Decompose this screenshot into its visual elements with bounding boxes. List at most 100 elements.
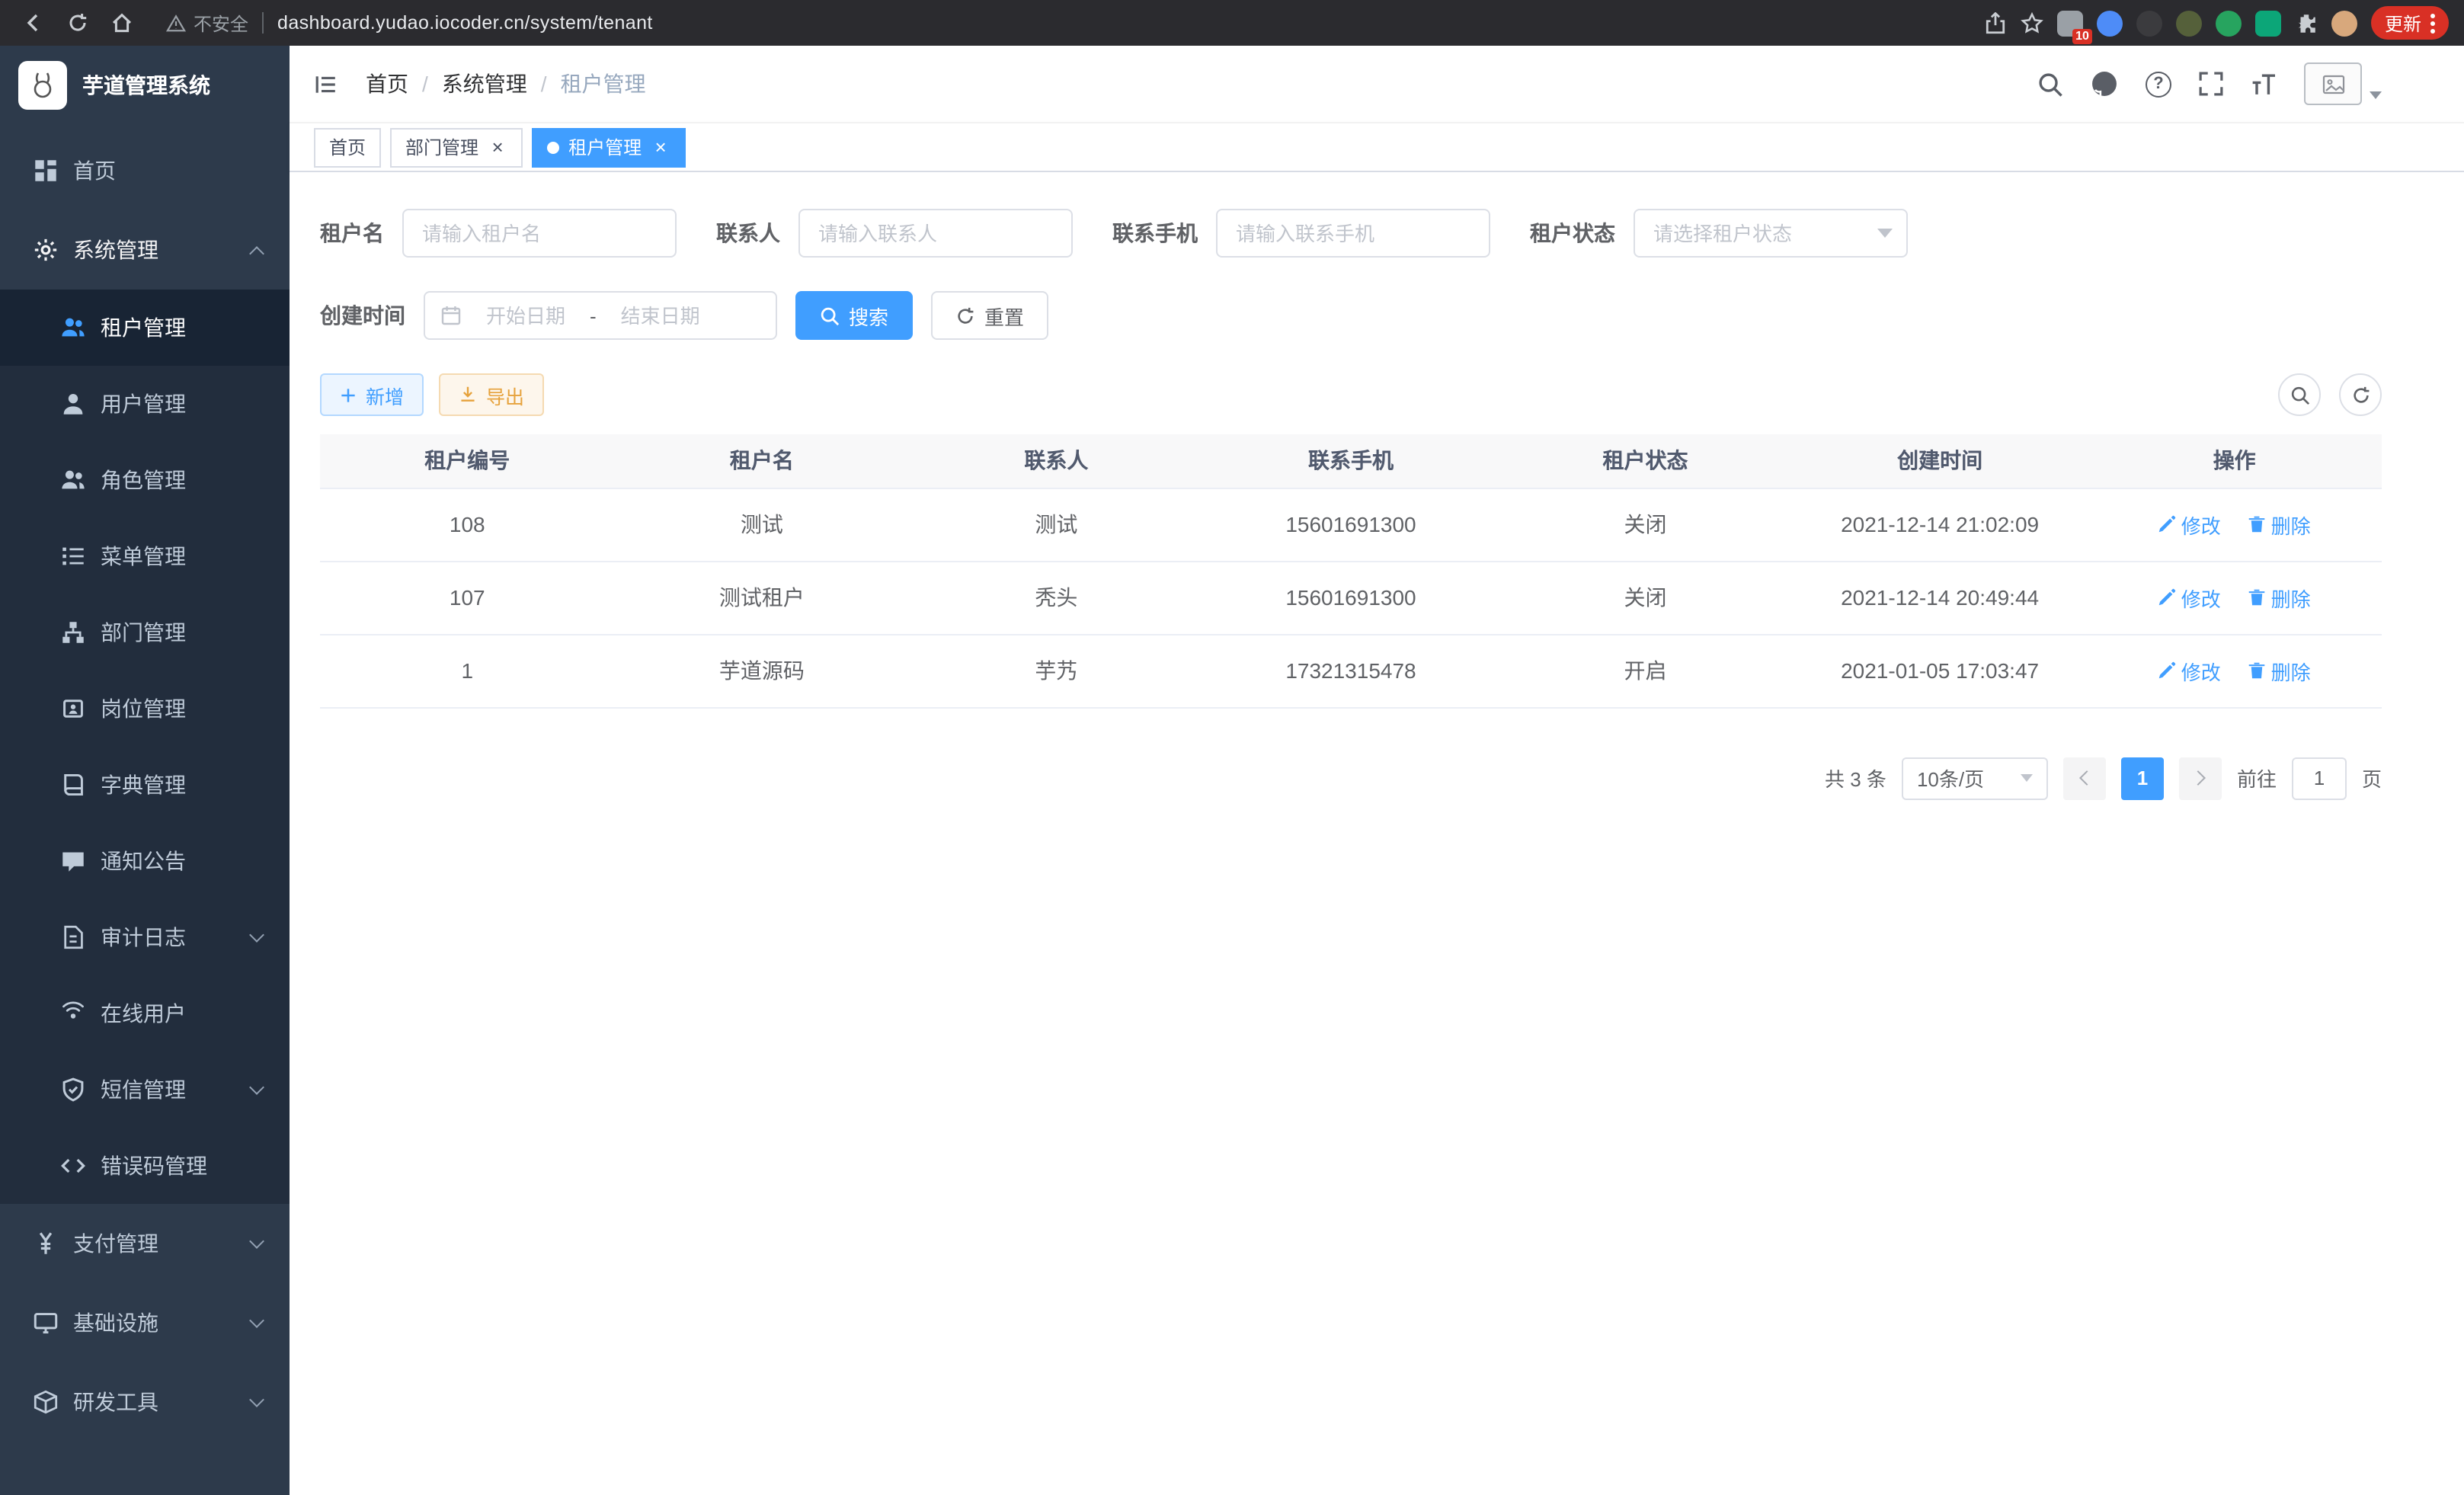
github-icon[interactable] <box>2091 70 2118 98</box>
end-date-input[interactable] <box>607 304 714 327</box>
extension-icon-6[interactable] <box>2255 10 2281 36</box>
date-range-separator: - <box>590 304 597 327</box>
image-placeholder-icon <box>2322 74 2344 94</box>
sidebar-item-user[interactable]: 用户管理 <box>0 366 290 442</box>
trash-icon <box>2248 661 2267 680</box>
share-icon[interactable] <box>1984 11 2007 34</box>
site-security-chip[interactable]: 不安全 <box>166 10 248 36</box>
delete-button[interactable]: 删除 <box>2248 510 2311 539</box>
filter-row-1: 租户名 联系人 联系手机 租户状态 <box>320 209 2382 258</box>
sidebar-item-audit-log[interactable]: 审计日志 <box>0 899 290 975</box>
sidebar-item-devtools[interactable]: 研发工具 <box>0 1362 290 1442</box>
status-select-input[interactable] <box>1634 209 1908 258</box>
sidebar-item-post[interactable]: 岗位管理 <box>0 671 290 747</box>
sidebar-item-sms[interactable]: 短信管理 <box>0 1052 290 1128</box>
close-icon[interactable]: × <box>651 137 670 157</box>
bookmark-star-icon[interactable] <box>2021 11 2043 34</box>
reset-button[interactable]: 重置 <box>931 291 1048 340</box>
extension-badge: 10 <box>2072 28 2092 43</box>
refresh-table-button[interactable] <box>2339 373 2382 416</box>
browser-home-button[interactable] <box>104 5 140 41</box>
col-tenant-name: 租户名 <box>615 434 910 488</box>
browser-back-button[interactable] <box>15 5 52 41</box>
sidebar-item-online-user[interactable]: 在线用户 <box>0 975 290 1052</box>
col-status: 租户状态 <box>1498 434 1793 488</box>
extension-icon-5[interactable] <box>2216 10 2242 36</box>
sidebar-item-notice[interactable]: 通知公告 <box>0 823 290 899</box>
box-icon <box>34 1390 58 1414</box>
close-icon[interactable]: × <box>488 137 507 157</box>
sidebar-item-menu[interactable]: 菜单管理 <box>0 518 290 594</box>
header-search-icon[interactable] <box>2037 71 2063 97</box>
status-text: 开启 <box>1498 634 1793 707</box>
help-icon[interactable]: ? <box>2146 71 2171 97</box>
sidebar-item-home[interactable]: 首页 <box>0 131 290 210</box>
add-button[interactable]: 新增 <box>320 373 424 416</box>
sidebar-item-infra[interactable]: 基础设施 <box>0 1283 290 1362</box>
pencil-icon <box>2158 588 2177 607</box>
security-label: 不安全 <box>194 10 248 36</box>
create-time-label: 创建时间 <box>320 300 405 331</box>
app-logo[interactable]: 芋道管理系统 <box>0 46 290 125</box>
search-button[interactable]: 搜索 <box>795 291 913 340</box>
browser-right-controls: 10 更新 <box>1984 6 2449 40</box>
tab-dept[interactable]: 部门管理 × <box>390 127 523 167</box>
browser-refresh-button[interactable] <box>59 5 96 41</box>
next-page-button[interactable] <box>2179 757 2222 799</box>
dashboard-icon <box>34 158 58 183</box>
sidebar-item-payment[interactable]: 支付管理 <box>0 1204 290 1283</box>
start-date-input[interactable] <box>472 304 579 327</box>
tab-tenant[interactable]: 租户管理 × <box>532 127 686 167</box>
goto-page-input[interactable] <box>2292 757 2347 799</box>
users-icon <box>61 315 85 340</box>
breadcrumb-home[interactable]: 首页 <box>366 69 408 99</box>
page-number-1[interactable]: 1 <box>2121 757 2164 799</box>
font-size-icon[interactable] <box>2251 72 2277 95</box>
chevron-left-icon <box>2079 770 2094 786</box>
extension-icon-2[interactable] <box>2097 10 2123 36</box>
sidebar-menu: 首页 系统管理 租户管理 用户管理 <box>0 125 290 1442</box>
book-icon <box>61 773 85 797</box>
page-size-select[interactable]: 10条/页 <box>1902 757 2048 799</box>
table-row: 1 芋道源码 芋艿 17321315478 开启 2021-01-05 17:0… <box>320 634 2382 707</box>
fullscreen-icon[interactable] <box>2199 72 2223 96</box>
extension-icon-1[interactable]: 10 <box>2057 10 2083 36</box>
tenant-name-input[interactable] <box>402 209 677 258</box>
sidebar-item-error-code[interactable]: 错误码管理 <box>0 1128 290 1204</box>
chevron-down-icon <box>249 927 264 942</box>
contact-name-input[interactable] <box>798 209 1073 258</box>
toggle-search-button[interactable] <box>2278 373 2321 416</box>
warning-icon <box>166 13 186 33</box>
prev-page-button[interactable] <box>2063 757 2106 799</box>
create-time-range-picker[interactable]: - <box>424 291 777 340</box>
contact-mobile-input[interactable] <box>1216 209 1490 258</box>
address-bar[interactable]: dashboard.yudao.iocoder.cn/system/tenant <box>277 12 653 34</box>
export-button[interactable]: 导出 <box>439 373 544 416</box>
extension-icon-3[interactable] <box>2136 10 2162 36</box>
tenant-table: 租户编号 租户名 联系人 联系手机 租户状态 创建时间 操作 108 测试 <box>320 434 2382 708</box>
sidebar-item-tenant[interactable]: 租户管理 <box>0 290 290 366</box>
delete-button[interactable]: 删除 <box>2248 656 2311 685</box>
filter-contact-mobile: 联系手机 <box>1112 209 1490 258</box>
list-icon <box>61 544 85 568</box>
sidebar-item-system[interactable]: 系统管理 <box>0 210 290 290</box>
breadcrumb-system[interactable]: 系统管理 <box>442 69 527 99</box>
delete-button[interactable]: 删除 <box>2248 583 2311 612</box>
sidebar-item-dept[interactable]: 部门管理 <box>0 594 290 671</box>
page-content: 租户名 联系人 联系手机 租户状态 <box>290 172 2464 1495</box>
pencil-icon <box>2158 661 2177 680</box>
edit-button[interactable]: 修改 <box>2158 583 2221 612</box>
edit-button[interactable]: 修改 <box>2158 656 2221 685</box>
extensions-menu-icon[interactable] <box>2295 11 2318 34</box>
edit-button[interactable]: 修改 <box>2158 510 2221 539</box>
browser-update-button[interactable]: 更新 <box>2371 6 2449 40</box>
sidebar-item-role[interactable]: 角色管理 <box>0 442 290 518</box>
extension-icon-4[interactable] <box>2176 10 2202 36</box>
sidebar-item-dict[interactable]: 字典管理 <box>0 747 290 823</box>
sidebar-toggle[interactable] <box>314 72 338 95</box>
refresh-icon <box>2350 385 2370 405</box>
user-menu[interactable] <box>2304 62 2382 105</box>
browser-profile-avatar[interactable] <box>2331 10 2357 36</box>
tab-home[interactable]: 首页 <box>314 127 381 167</box>
status-select[interactable] <box>1634 209 1908 258</box>
